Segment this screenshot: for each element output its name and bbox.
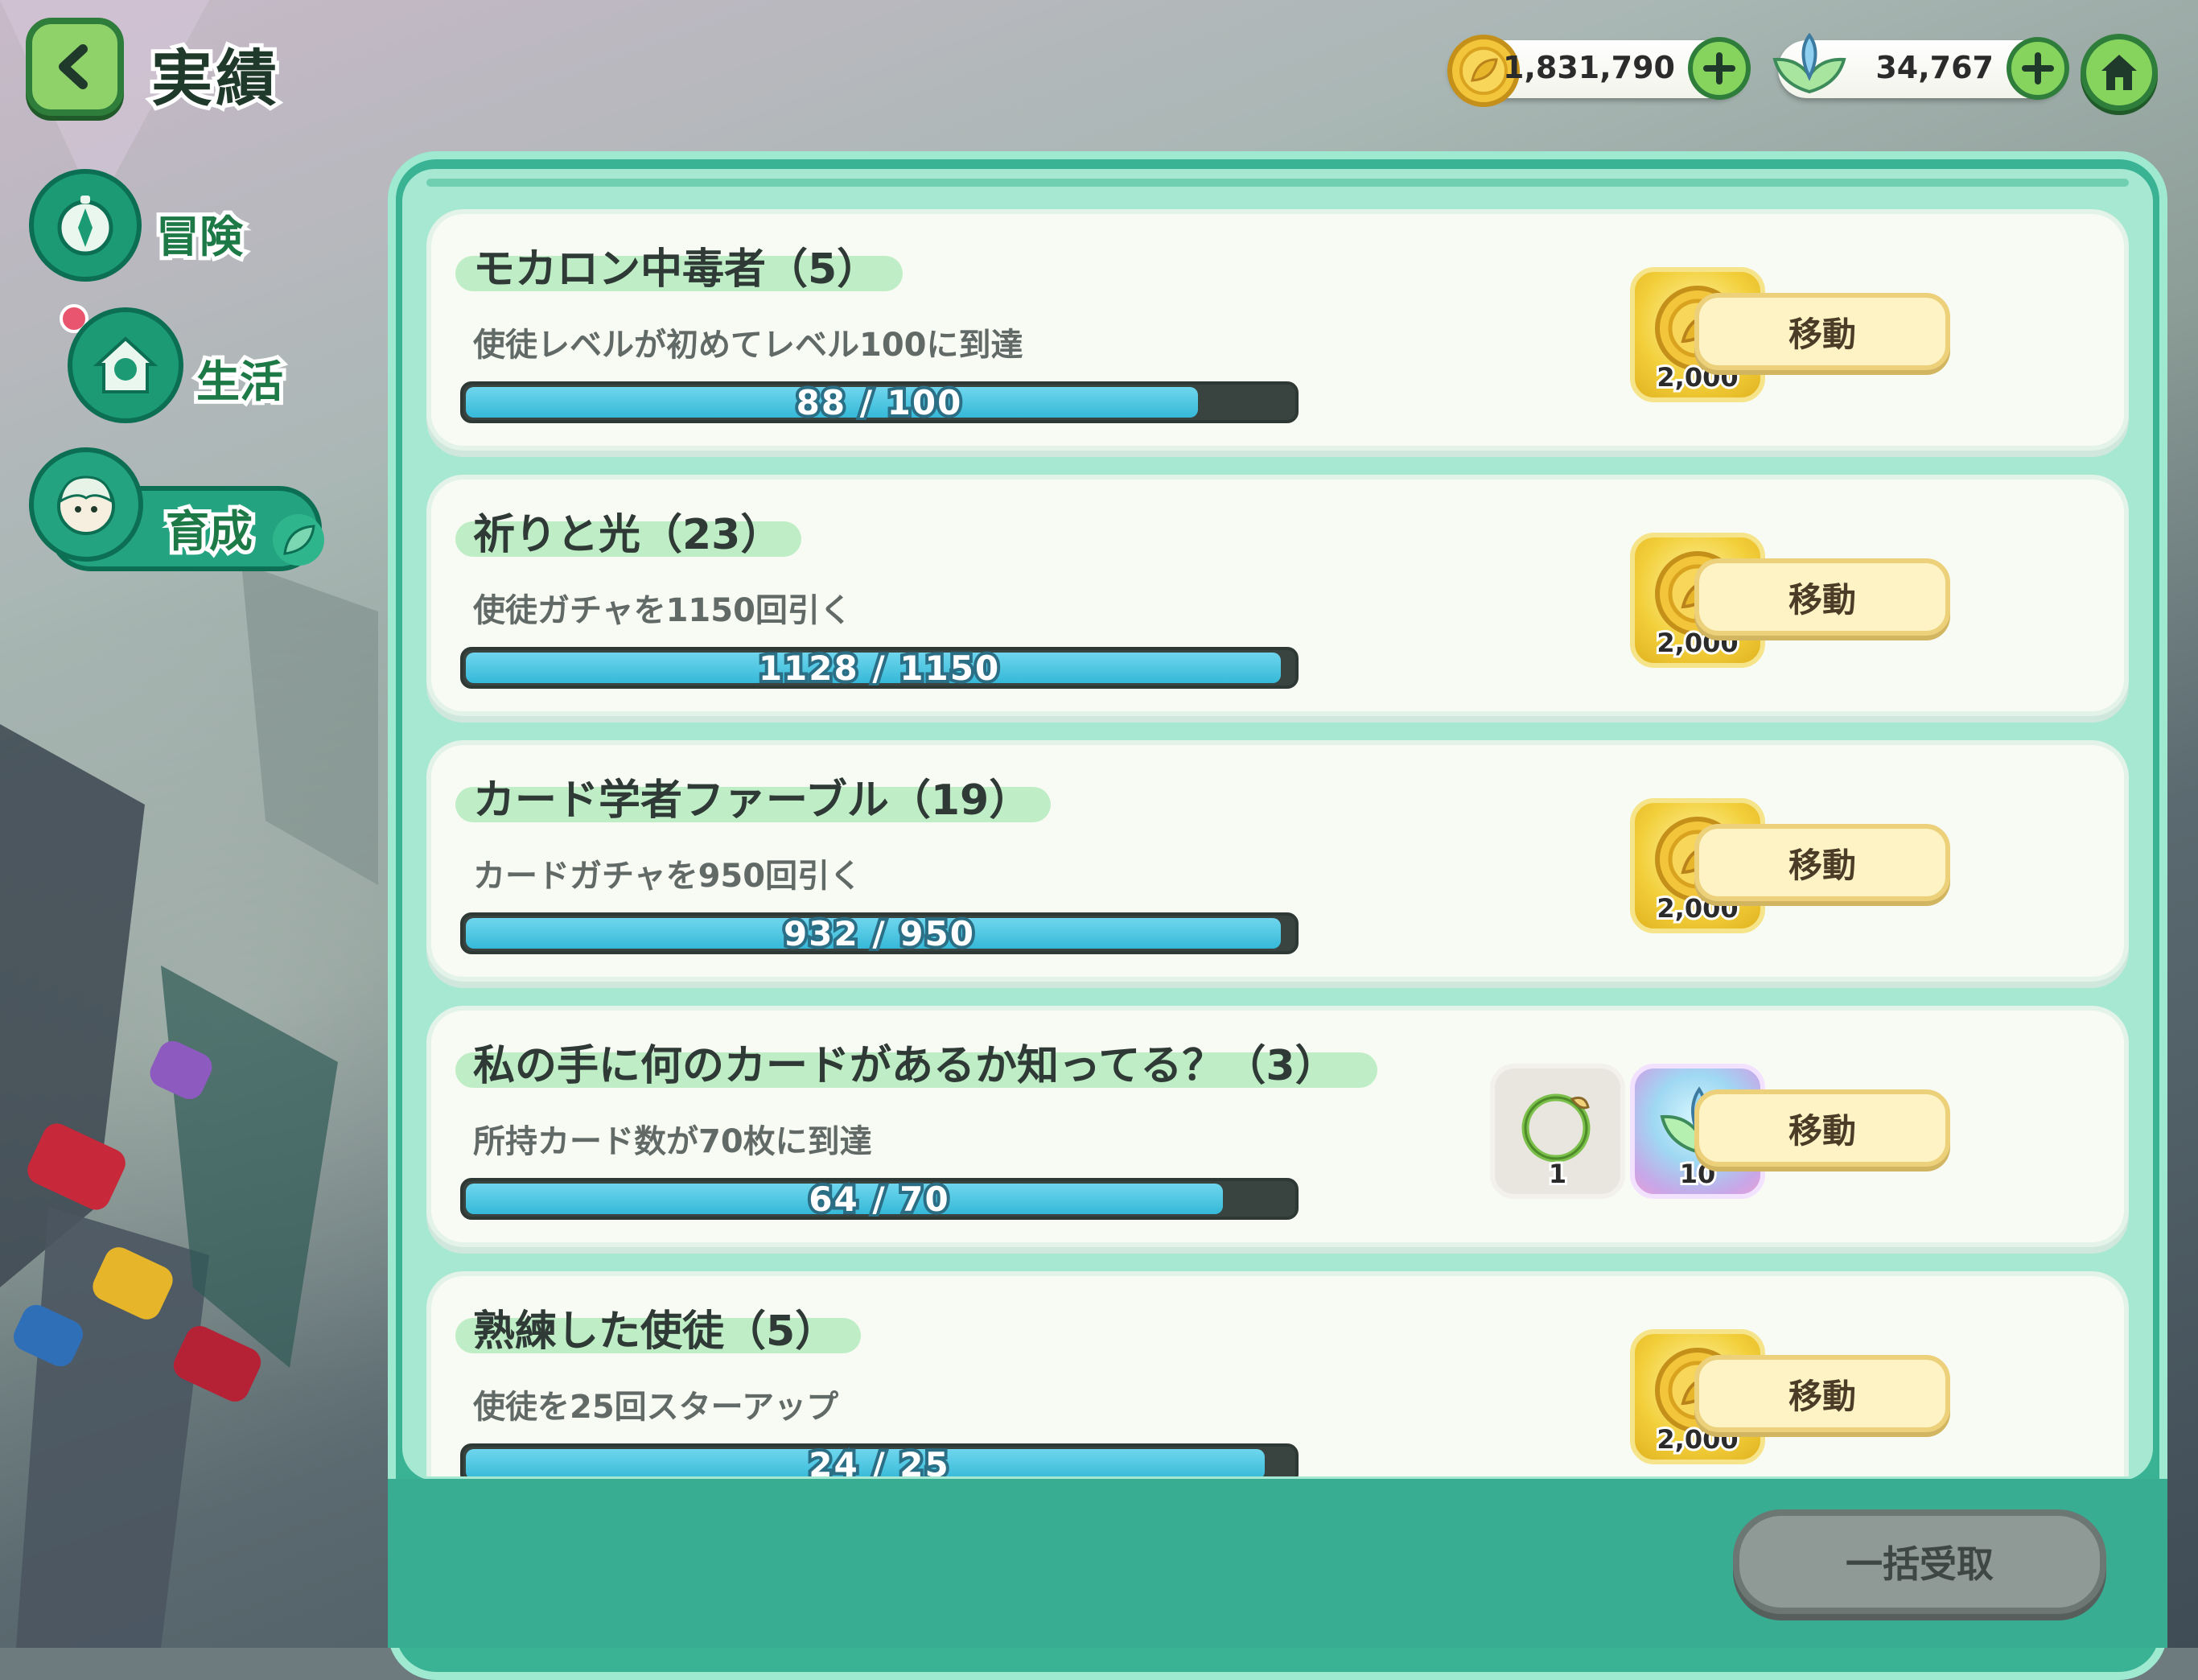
nav-training[interactable]: 育成 xyxy=(29,447,335,576)
nav-training-circle xyxy=(29,447,143,562)
go-button[interactable]: 移動 xyxy=(1694,558,1950,636)
gem-counter: 34,767 xyxy=(1772,32,2069,100)
claim-all-button[interactable]: 一括受取 xyxy=(1733,1509,2106,1614)
chevron-left-icon xyxy=(59,44,88,89)
progress-bar: 932 / 950 xyxy=(460,912,1299,954)
progress-bar: 88 / 100 xyxy=(460,381,1299,423)
nav-life-label: 生活 xyxy=(192,352,287,411)
nav-adventure-circle xyxy=(29,169,142,282)
progress-text: 88 / 100 xyxy=(793,383,965,422)
achievement-title: カード学者ファーブル（19） xyxy=(473,776,1031,825)
coin-counter: 1,831,790 xyxy=(1447,35,1751,107)
leaf-icon xyxy=(273,514,324,566)
panel-divider xyxy=(426,179,2129,187)
progress-bar: 1128 / 1150 xyxy=(460,647,1299,689)
go-button[interactable]: 移動 xyxy=(1694,293,1950,370)
compass-icon xyxy=(57,196,113,256)
gem-amount: 34,767 xyxy=(1875,50,1994,85)
achievement-card: 祈りと光（23） 使徒ガチャを1150回引く 1128 / 1150 2,000… xyxy=(426,475,2129,716)
add-gems-button[interactable] xyxy=(2007,37,2069,100)
achievement-card: カード学者ファーブル（19） カードガチャを950回引く 932 / 950 2… xyxy=(426,740,2129,982)
coin-amount: 1,831,790 xyxy=(1503,50,1675,85)
achievement-description: 使徒ガチャを1150回引く xyxy=(473,592,852,629)
achievement-list[interactable]: モカロン中毒者（5） 使徒レベルが初めてレベル100に到達 88 / 100 2… xyxy=(426,209,2129,1476)
nav-adventure[interactable]: 冒険 xyxy=(29,169,270,282)
go-button[interactable]: 移動 xyxy=(1694,824,1950,901)
progress-text: 24 / 25 xyxy=(805,1445,951,1476)
house-clover-icon xyxy=(93,336,158,393)
nav-training-label: 育成 xyxy=(162,502,257,561)
progress-text: 64 / 70 xyxy=(805,1180,951,1219)
progress-bar: 24 / 25 xyxy=(460,1443,1299,1476)
achievement-title: 熟練した使徒（5） xyxy=(473,1307,838,1356)
achievement-card: 私の手に何のカードがあるか知ってる？（3） 所持カード数が70枚に到達 64 /… xyxy=(426,1006,2129,1247)
achievement-title: 私の手に何のカードがあるか知ってる？（3） xyxy=(473,1042,1337,1090)
achievement-description: 使徒を25回スターアップ xyxy=(473,1389,839,1426)
plus-icon xyxy=(1703,52,1735,84)
go-button[interactable]: 移動 xyxy=(1694,1089,1950,1167)
home-icon xyxy=(2101,55,2137,90)
nav-adventure-label: 冒険 xyxy=(152,208,247,266)
progress-text: 932 / 950 xyxy=(780,914,977,953)
nav-life[interactable]: 生活 xyxy=(60,304,306,425)
achievement-description: 所持カード数が70枚に到達 xyxy=(473,1123,872,1160)
achievement-card: モカロン中毒者（5） 使徒レベルが初めてレベル100に到達 88 / 100 2… xyxy=(426,209,2129,451)
nav-life-circle xyxy=(68,307,183,423)
progress-bar: 64 / 70 xyxy=(460,1178,1299,1220)
progress-text: 1128 / 1150 xyxy=(755,649,1002,688)
achievement-title: 祈りと光（23） xyxy=(473,511,783,559)
page-title: 実績 xyxy=(147,39,281,118)
add-coins-button[interactable] xyxy=(1688,37,1751,100)
reward-count: 1 xyxy=(1546,1156,1569,1192)
ring-icon xyxy=(1521,1093,1591,1163)
go-button[interactable]: 移動 xyxy=(1694,1355,1950,1432)
back-button[interactable] xyxy=(26,18,124,116)
rainbow-leaf-icon xyxy=(1772,32,1846,94)
plus-icon xyxy=(2022,52,2054,84)
character-face-icon xyxy=(57,476,115,535)
achievement-description: 使徒レベルが初めてレベル100に到達 xyxy=(473,327,1023,364)
achievement-card: 熟練した使徒（5） 使徒を25回スターアップ 24 / 25 2,000 移動 xyxy=(426,1271,2129,1476)
home-button[interactable] xyxy=(2081,34,2158,111)
achievement-title: モカロン中毒者（5） xyxy=(473,245,879,294)
reward-ring[interactable]: 1 xyxy=(1490,1064,1625,1199)
achievement-description: カードガチャを950回引く xyxy=(473,858,862,895)
